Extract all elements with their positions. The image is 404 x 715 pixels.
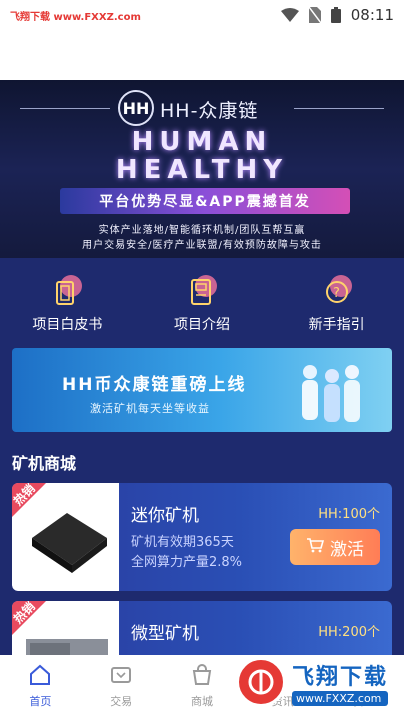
status-bar: 飞翔下载 www.FXXZ.com 08:11: [0, 0, 404, 30]
quick-nav: 项目白皮书 项目介绍 ? 新手指引: [0, 258, 404, 346]
shop-icon: [190, 663, 214, 687]
quick-nav-label: 项目白皮书: [32, 317, 103, 333]
banner-subtitle-2: 用户交易安全/医疗产业联盟/有效预防故障与攻击: [82, 240, 322, 251]
promo-title: HH币众康链重磅上线: [62, 375, 247, 395]
svg-text:?: ?: [333, 286, 340, 301]
headline-human: HUMAN: [131, 127, 273, 157]
product-name: 微型矿机: [131, 624, 199, 644]
trade-icon: [109, 663, 133, 687]
quick-nav-guide[interactable]: ? 新手指引: [269, 258, 404, 346]
cart-icon: [306, 537, 325, 558]
watermark-logo-icon: [236, 657, 286, 707]
tab-label: 商城: [190, 695, 213, 708]
product-price: HH:100个: [318, 507, 380, 522]
quick-nav-label: 新手指引: [308, 317, 365, 333]
watermark-title: 飞翔下载: [292, 664, 389, 690]
status-watermark: 飞翔下载 www.FXXZ.com: [10, 11, 141, 23]
headline-healthy: HEALTHY: [115, 155, 289, 185]
activate-label: 激活: [330, 539, 364, 559]
tab-home[interactable]: 首页: [0, 655, 81, 715]
site-watermark: 飞翔下载 www.FXXZ.com: [236, 652, 404, 712]
watermark-url: www.FXXZ.com: [292, 690, 389, 706]
product-output: 全网算力产量2.8%: [131, 555, 243, 570]
medical-staff-illustration: [290, 358, 370, 428]
quick-nav-whitepaper[interactable]: 项目白皮书: [0, 258, 135, 346]
status-icons: 08:11: [280, 6, 394, 24]
hero-banner[interactable]: HH HH-众康链 HUMAN HEALTHY 平台优势尽显&APP震撼首发 实…: [0, 80, 404, 258]
divider: [294, 108, 384, 109]
product-name: 迷你矿机: [131, 506, 199, 526]
header-spacer: [0, 30, 404, 80]
product-card[interactable]: 热销 迷你矿机 矿机有效期365天 全网算力产量2.8% HH:100个 激活: [12, 483, 392, 591]
quick-nav-intro[interactable]: 项目介绍: [135, 258, 270, 346]
product-price: HH:200个: [318, 625, 380, 640]
sim-icon: [308, 7, 321, 23]
guide-icon: ?: [321, 274, 353, 308]
banner-subtitle-1: 实体产业落地/智能循环机制/团队互帮互赢: [98, 225, 306, 236]
activate-button[interactable]: 激活: [290, 529, 380, 565]
product-validity: 矿机有效期365天: [131, 535, 234, 550]
intro-icon: [186, 274, 218, 308]
wifi-icon: [280, 8, 299, 22]
whitepaper-icon: [51, 274, 83, 308]
watermark-text: 飞翔下载 www.FXXZ.com: [292, 659, 389, 706]
brand-name: HH-众康链: [160, 100, 259, 122]
divider: [20, 108, 110, 109]
promo-subtitle: 激活矿机每天坐等收益: [90, 402, 210, 415]
section-title: 矿机商城: [12, 454, 77, 473]
quick-nav-label: 项目介绍: [174, 317, 230, 333]
tab-label: 交易: [110, 695, 133, 708]
brand-logo: HH: [118, 90, 154, 126]
promo-banner[interactable]: HH币众康链重磅上线 激活矿机每天坐等收益: [12, 348, 392, 432]
tab-label: 首页: [29, 695, 52, 708]
banner-slogan: 平台优势尽显&APP震撼首发: [60, 188, 350, 214]
tab-trade[interactable]: 交易: [81, 655, 162, 715]
status-time: 08:11: [350, 6, 394, 24]
tab-shop[interactable]: 商城: [162, 655, 243, 715]
battery-icon: [330, 7, 341, 23]
home-icon: [28, 663, 52, 687]
